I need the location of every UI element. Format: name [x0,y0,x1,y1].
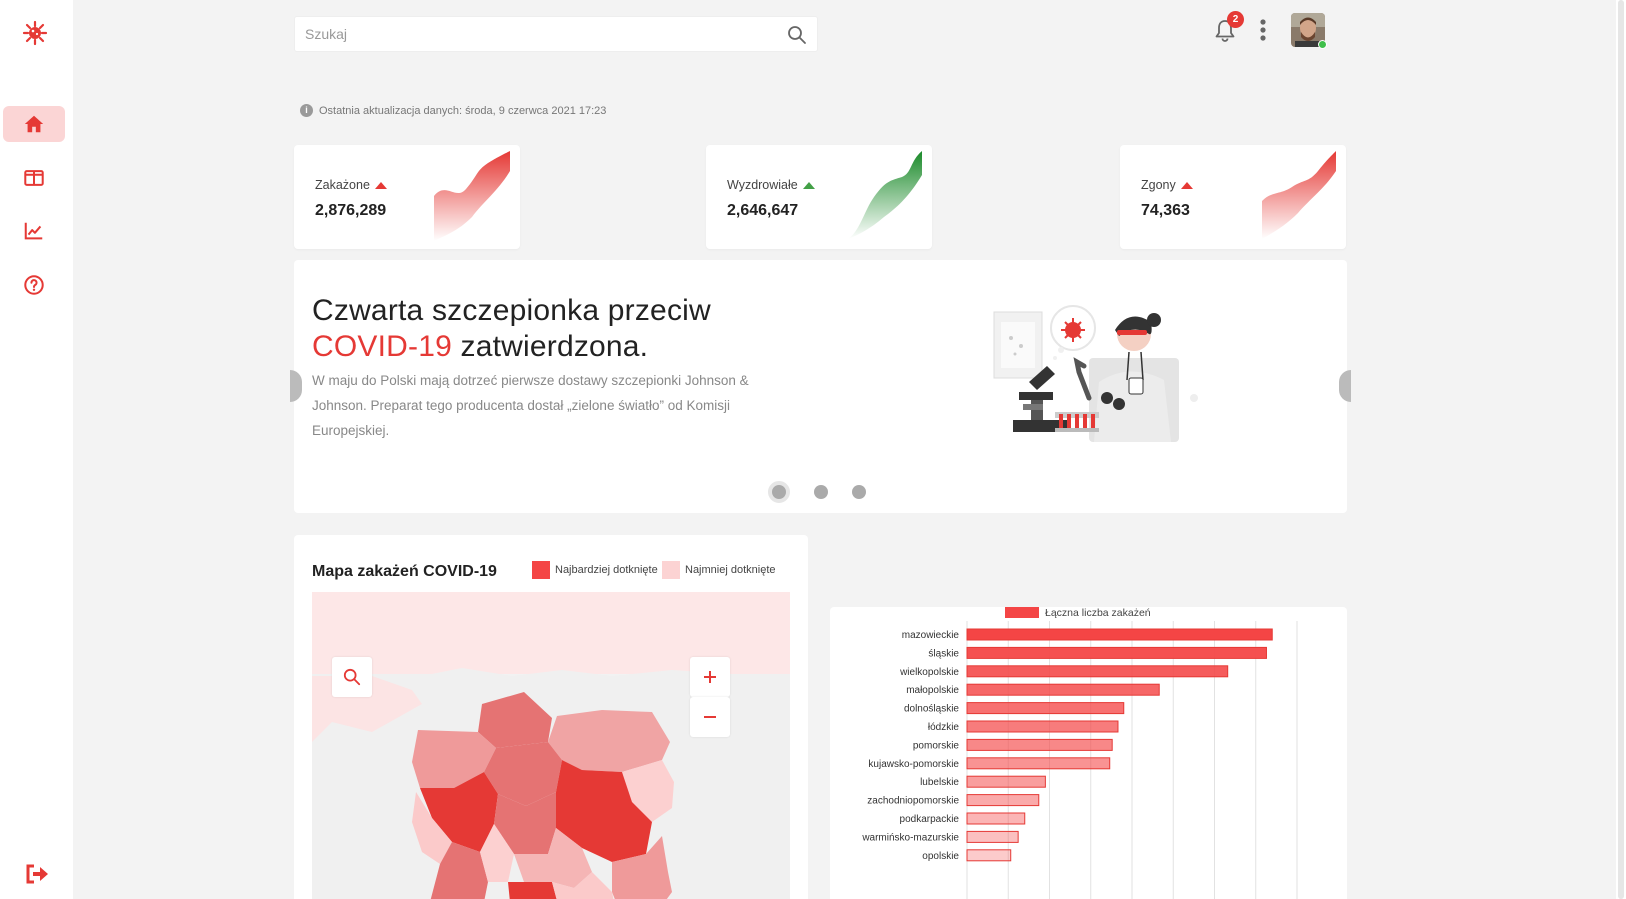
banner-text: W maju do Polski mają dotrzeć pierwsze d… [312,373,749,438]
poland-map[interactable] [312,592,790,899]
home-icon [24,115,44,133]
virus-logo-icon[interactable] [22,20,48,46]
bar-0 [966,628,1273,641]
carousel-dot-1[interactable] [768,481,790,503]
category-label: łódzkie [928,722,960,733]
category-label: śląskie [928,648,959,659]
category-label: kujawsko-pomorskie [868,759,959,770]
info-icon: i [300,104,313,117]
bar-10 [966,812,1026,825]
stat-label: Wyzdrowiałe [727,178,815,192]
last-update-info: i Ostatnia aktualizacja danych: środa, 9… [300,104,606,117]
chart-legend-swatch [1005,607,1039,618]
map-canvas [312,592,790,899]
scrollbar-thumb[interactable] [1618,0,1624,899]
carousel-indicators [768,481,866,503]
columns-icon [24,170,44,186]
stat-label: Zakażone [315,178,387,192]
bar-4 [966,702,1125,715]
nav-chart[interactable] [3,213,65,249]
bar-11 [966,830,1019,843]
legend-swatch-most [532,561,550,579]
bar-7 [966,757,1111,770]
logout-icon[interactable] [24,862,50,886]
scientist-illustration [989,305,1211,442]
search-icon [343,668,361,686]
news-carousel: Czwarta szczepionka przeciw COVID-19 zatw… [290,260,1351,513]
stat-label: Zgony [1141,178,1193,192]
online-status-indicator [1318,40,1327,49]
trend-up-icon [374,181,387,189]
category-label: opolskie [922,851,959,862]
more-options-icon[interactable] [1256,16,1270,44]
stat-value: 2,646,647 [727,202,799,219]
notification-badge: 2 [1227,11,1244,28]
bar-1 [966,646,1267,659]
category-label: lubelskie [920,777,959,788]
carousel-next-button[interactable] [1339,370,1351,402]
sparkline-recovered [848,151,922,239]
category-label: mazowieckie [902,630,960,641]
banner-title: Czwarta szczepionka przeciw COVID-19 zatw… [312,294,711,363]
sidebar [0,0,73,899]
bar-9 [966,794,1040,807]
infection-map-card: Mapa zakażeń COVID-19 Najbardziej dotkni… [294,535,808,899]
banner-title-highlight: COVID-19 [312,330,452,363]
stat-card-recovered[interactable]: Wyzdrowiałe 2,646,647 [706,145,932,249]
nav-help[interactable] [3,267,65,303]
bar-6 [966,738,1113,751]
map-search-button[interactable] [332,657,372,697]
map-zoom-out-button[interactable] [690,697,730,737]
bar-12 [966,849,1012,862]
nav-home[interactable] [3,106,65,142]
carousel-dot-2[interactable] [814,485,828,499]
sparkline-deaths [1262,151,1336,239]
category-label: wielkopolskie [899,667,959,678]
carousel-prev-button[interactable] [290,370,302,402]
legend-least-affected: Najmniej dotknięte [662,561,776,579]
infections-bar-chart: Łączna liczba zakażeń mazowieckie śląskie w… [861,607,1298,899]
last-update-text: Ostatnia aktualizacja danych: środa, 9 c… [319,104,607,117]
category-label: pomorskie [913,740,960,751]
bar-3 [966,683,1160,696]
search-box [294,16,818,52]
sparkline-infected [434,151,510,241]
trend-up-icon [1180,181,1193,189]
chart-legend-label: Łączna liczba zakażeń [1045,607,1151,619]
trend-up-icon [802,181,815,189]
category-label: warmińsko-mazurskie [861,832,959,843]
minus-icon [704,716,716,718]
carousel-dot-3[interactable] [852,485,866,499]
map-zoom-in-button[interactable] [690,657,730,697]
question-circle-icon [24,275,44,295]
scrollbar[interactable] [1616,0,1626,899]
search-input[interactable] [295,17,765,51]
infections-bar-chart-card: Łączna liczba zakażeń mazowieckie śląskie w… [830,607,1347,899]
stat-card-deaths[interactable]: Zgony 74,363 [1120,145,1346,249]
bar-8 [966,775,1046,788]
stat-card-infected[interactable]: Zakażone 2,876,289 [294,145,520,249]
map-title: Mapa zakażeń COVID-19 [312,563,497,580]
category-label: małopolskie [906,685,959,696]
stat-value: 2,876,289 [315,202,387,219]
search-icon[interactable] [787,25,807,45]
category-label: podkarpackie [900,814,960,825]
bar-5 [966,720,1119,733]
plus-icon [704,671,716,683]
legend-swatch-least [662,561,680,579]
stat-value: 74,363 [1141,202,1190,219]
bar-2 [966,665,1229,678]
legend-most-affected: Najbardziej dotknięte [532,561,658,579]
category-label: zachodniopomorskie [867,796,959,807]
line-chart-icon [24,222,43,240]
category-label: dolnośląskie [904,704,959,715]
nav-table[interactable] [3,160,65,196]
